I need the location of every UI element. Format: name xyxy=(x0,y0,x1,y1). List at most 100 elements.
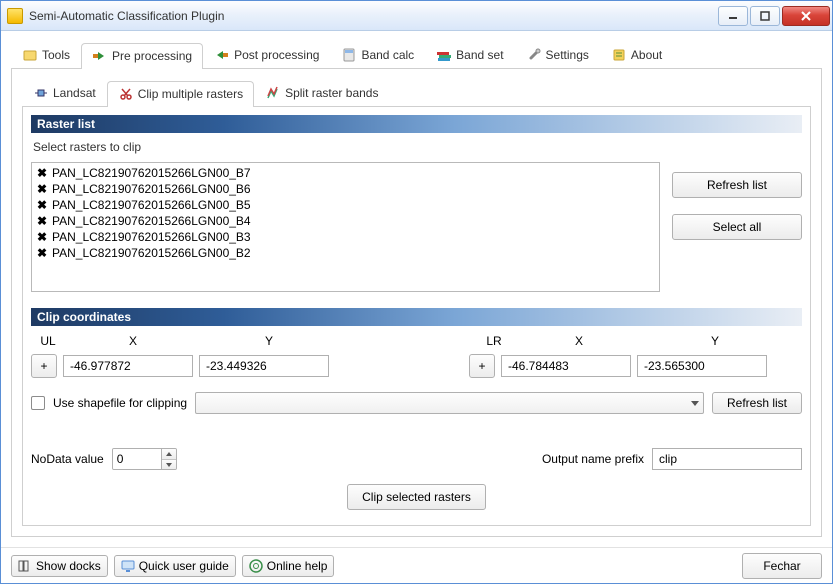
x-icon: ✖ xyxy=(36,197,48,213)
ul-x-input[interactable] xyxy=(63,355,193,377)
tab-settings[interactable]: Settings xyxy=(515,42,600,68)
bandset-icon xyxy=(436,47,452,63)
nodata-label: NoData value xyxy=(31,452,104,466)
tab-label: About xyxy=(631,48,662,62)
button-label: Quick user guide xyxy=(139,559,229,573)
chevron-down-icon xyxy=(691,401,699,406)
list-item[interactable]: ✖PAN_LC82190762015266LGN00_B2 xyxy=(34,245,657,261)
split-icon xyxy=(265,85,281,101)
list-item[interactable]: ✖PAN_LC82190762015266LGN00_B4 xyxy=(34,213,657,229)
tab-label: Post processing xyxy=(234,48,319,62)
list-item[interactable]: ✖PAN_LC82190762015266LGN00_B7 xyxy=(34,165,657,181)
lr-y-input[interactable] xyxy=(637,355,767,377)
output-prefix-label: Output name prefix xyxy=(542,452,644,466)
postprocessing-icon xyxy=(214,47,230,63)
raster-name: PAN_LC82190762015266LGN00_B7 xyxy=(52,165,251,181)
close-button[interactable] xyxy=(782,6,830,26)
spin-up-button[interactable] xyxy=(162,449,176,459)
raster-name: PAN_LC82190762015266LGN00_B2 xyxy=(52,245,251,261)
button-label: Show docks xyxy=(36,559,101,573)
x-icon: ✖ xyxy=(36,181,48,197)
main-tabs: Tools Pre processing Post processing Ban… xyxy=(11,39,822,69)
subtab-clip[interactable]: Clip multiple rasters xyxy=(107,81,254,107)
minimize-button[interactable] xyxy=(718,6,748,26)
docks-icon xyxy=(18,560,32,572)
x-label: X xyxy=(511,334,647,348)
window-title: Semi-Automatic Classification Plugin xyxy=(29,9,718,23)
y-label: Y xyxy=(201,334,337,348)
online-help-button[interactable]: Online help xyxy=(242,555,335,577)
output-prefix-input[interactable] xyxy=(652,448,802,470)
tab-bandcalc[interactable]: Band calc xyxy=(330,42,425,68)
tools-icon xyxy=(22,47,38,63)
x-icon: ✖ xyxy=(36,165,48,181)
shapefile-label: Use shapefile for clipping xyxy=(53,396,187,410)
subtab-landsat[interactable]: Landsat xyxy=(22,80,107,106)
options-row: NoData value Output name prefix xyxy=(31,448,802,470)
clip-selected-button[interactable]: Clip selected rasters xyxy=(347,484,486,510)
button-label: Online help xyxy=(267,559,328,573)
coord-input-row: + + xyxy=(31,354,802,378)
raster-name: PAN_LC82190762015266LGN00_B6 xyxy=(52,181,251,197)
tab-tools[interactable]: Tools xyxy=(11,42,81,68)
lr-label: LR xyxy=(477,334,511,348)
clip-coords-header: Clip coordinates xyxy=(31,308,802,326)
ul-pick-button[interactable]: + xyxy=(31,354,57,378)
chevron-down-icon xyxy=(166,463,172,467)
tab-postprocessing[interactable]: Post processing xyxy=(203,42,330,68)
coord-header-row: UL X Y LR X Y xyxy=(31,334,802,348)
nodata-input[interactable] xyxy=(113,449,161,469)
maximize-icon xyxy=(760,11,770,21)
close-icon xyxy=(800,11,812,21)
select-all-button[interactable]: Select all xyxy=(672,214,802,240)
minimize-icon xyxy=(728,11,738,21)
main-panel: Landsat Clip multiple rasters Split rast… xyxy=(11,69,822,537)
preprocessing-icon xyxy=(92,48,108,64)
list-item[interactable]: ✖PAN_LC82190762015266LGN00_B6 xyxy=(34,181,657,197)
list-item[interactable]: ✖PAN_LC82190762015266LGN00_B3 xyxy=(34,229,657,245)
bandcalc-icon xyxy=(341,47,357,63)
plus-icon: + xyxy=(40,359,47,373)
refresh-list-button[interactable]: Refresh list xyxy=(672,172,802,198)
tab-label: Band calc xyxy=(361,48,414,62)
titlebar[interactable]: Semi-Automatic Classification Plugin xyxy=(1,1,832,31)
help-icon xyxy=(249,559,263,573)
x-icon: ✖ xyxy=(36,245,48,261)
show-docks-button[interactable]: Show docks xyxy=(11,555,108,577)
x-icon: ✖ xyxy=(36,229,48,245)
shapefile-checkbox[interactable] xyxy=(31,396,45,410)
raster-listbox[interactable]: ✖PAN_LC82190762015266LGN00_B7 ✖PAN_LC821… xyxy=(31,162,660,292)
nodata-spinbox[interactable] xyxy=(112,448,177,470)
refresh-shapefile-button[interactable]: Refresh list xyxy=(712,392,802,414)
quick-guide-button[interactable]: Quick user guide xyxy=(114,555,236,577)
spin-down-button[interactable] xyxy=(162,459,176,469)
subtab-split[interactable]: Split raster bands xyxy=(254,80,389,106)
sub-tabs: Landsat Clip multiple rasters Split rast… xyxy=(22,79,811,107)
tab-about[interactable]: About xyxy=(600,42,673,68)
tab-bandset[interactable]: Band set xyxy=(425,42,514,68)
ul-label: UL xyxy=(31,334,65,348)
clip-button-row: Clip selected rasters xyxy=(31,484,802,510)
subtab-label: Clip multiple rasters xyxy=(138,87,243,101)
tab-label: Band set xyxy=(456,48,503,62)
lr-x-input[interactable] xyxy=(501,355,631,377)
lr-pick-button[interactable]: + xyxy=(469,354,495,378)
clip-panel: Raster list Select rasters to clip ✖PAN_… xyxy=(22,107,811,526)
raster-list-wrap: ✖PAN_LC82190762015266LGN00_B7 ✖PAN_LC821… xyxy=(31,162,802,292)
chevron-up-icon xyxy=(166,452,172,456)
raster-name: PAN_LC82190762015266LGN00_B4 xyxy=(52,213,251,229)
close-dialog-button[interactable]: Fechar xyxy=(742,553,822,579)
app-icon xyxy=(7,8,23,24)
client-area: Tools Pre processing Post processing Ban… xyxy=(1,31,832,547)
tab-label: Tools xyxy=(42,48,70,62)
raster-list-buttons: Refresh list Select all xyxy=(672,172,802,240)
list-item[interactable]: ✖PAN_LC82190762015266LGN00_B5 xyxy=(34,197,657,213)
satellite-icon xyxy=(33,85,49,101)
subtab-label: Split raster bands xyxy=(285,86,378,100)
ul-y-input[interactable] xyxy=(199,355,329,377)
raster-name: PAN_LC82190762015266LGN00_B5 xyxy=(52,197,251,213)
maximize-button[interactable] xyxy=(750,6,780,26)
tab-label: Settings xyxy=(546,48,589,62)
tab-preprocessing[interactable]: Pre processing xyxy=(81,43,203,69)
shapefile-combobox[interactable] xyxy=(195,392,704,414)
